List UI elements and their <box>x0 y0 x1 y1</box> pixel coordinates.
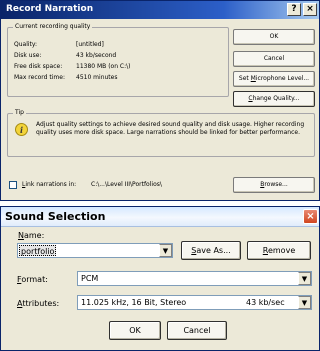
attributes-value: 11.025 kHz, 16 Bit, Stereo <box>81 298 187 307</box>
link-narrations-path: C:\...\Level III\Portfolios\ <box>91 181 162 188</box>
free-disk-space-value: 11380 MB (on C:\) <box>76 63 131 70</box>
format-combobox[interactable]: PCM ▼ <box>77 271 312 286</box>
tip-text: Adjust quality settings to achieve desir… <box>36 121 305 136</box>
attributes-combobox[interactable]: 11.025 kHz, 16 Bit, Stereo 43 kb/sec ▼ <box>77 295 312 310</box>
quality-label: Quality: <box>14 41 38 48</box>
remove-button[interactable]: Remove <box>247 241 311 260</box>
disk-use-value: 43 kb/second <box>76 52 117 59</box>
sound-selection-titlebar[interactable]: Sound Selection × <box>1 207 319 227</box>
format-label: Format: <box>17 275 48 284</box>
current-quality-group-label: Current recording quality <box>13 23 93 30</box>
record-narration-titlebar[interactable]: Record Narration ? × <box>1 1 319 19</box>
disk-use-label: Disk use: <box>14 52 42 59</box>
change-quality-button[interactable]: Change Quality... <box>233 91 315 107</box>
max-record-time-label: Max record time: <box>14 74 65 81</box>
cancel-button[interactable]: Cancel <box>233 51 315 67</box>
close-icon[interactable]: × <box>303 3 317 16</box>
format-value: PCM <box>81 274 99 283</box>
name-label: Name: <box>18 231 45 240</box>
browse-button[interactable]: Browse... <box>233 177 315 193</box>
max-record-time-value: 4510 minutes <box>76 74 118 81</box>
chevron-down-icon[interactable]: ▼ <box>159 244 172 257</box>
help-icon[interactable]: ? <box>287 3 301 16</box>
attributes-label: Attributes: <box>17 299 60 308</box>
ok-button[interactable]: OK <box>109 321 161 340</box>
set-microphone-level-button[interactable]: Set Microphone Level... <box>233 71 315 87</box>
quality-value: [untitled] <box>76 41 104 48</box>
name-value: portfolio <box>19 245 57 256</box>
name-combobox[interactable]: portfolio ▼ <box>17 243 173 258</box>
chevron-down-icon[interactable]: ▼ <box>298 296 311 309</box>
free-disk-space-label: Free disk space: <box>14 63 63 70</box>
ok-button[interactable]: OK <box>233 29 315 45</box>
current-quality-group <box>7 27 229 97</box>
link-narrations-checkbox[interactable] <box>9 181 17 189</box>
tip-group-label: Tip <box>13 109 26 116</box>
sound-selection-dialog: Sound Selection × Name: portfolio ▼ Save… <box>0 206 320 351</box>
sound-selection-title: Sound Selection <box>5 210 106 223</box>
link-narrations-label: Link narrations in: <box>22 181 77 188</box>
cancel-button[interactable]: Cancel <box>167 321 227 340</box>
close-icon[interactable]: × <box>303 209 318 224</box>
record-narration-dialog: Record Narration ? × Current recording q… <box>0 0 320 201</box>
save-as-button[interactable]: Save As... <box>181 241 241 260</box>
record-narration-title: Record Narration <box>6 4 94 14</box>
chevron-down-icon[interactable]: ▼ <box>298 272 311 285</box>
info-icon: i <box>15 123 28 136</box>
attributes-rate: 43 kb/sec <box>246 298 285 307</box>
